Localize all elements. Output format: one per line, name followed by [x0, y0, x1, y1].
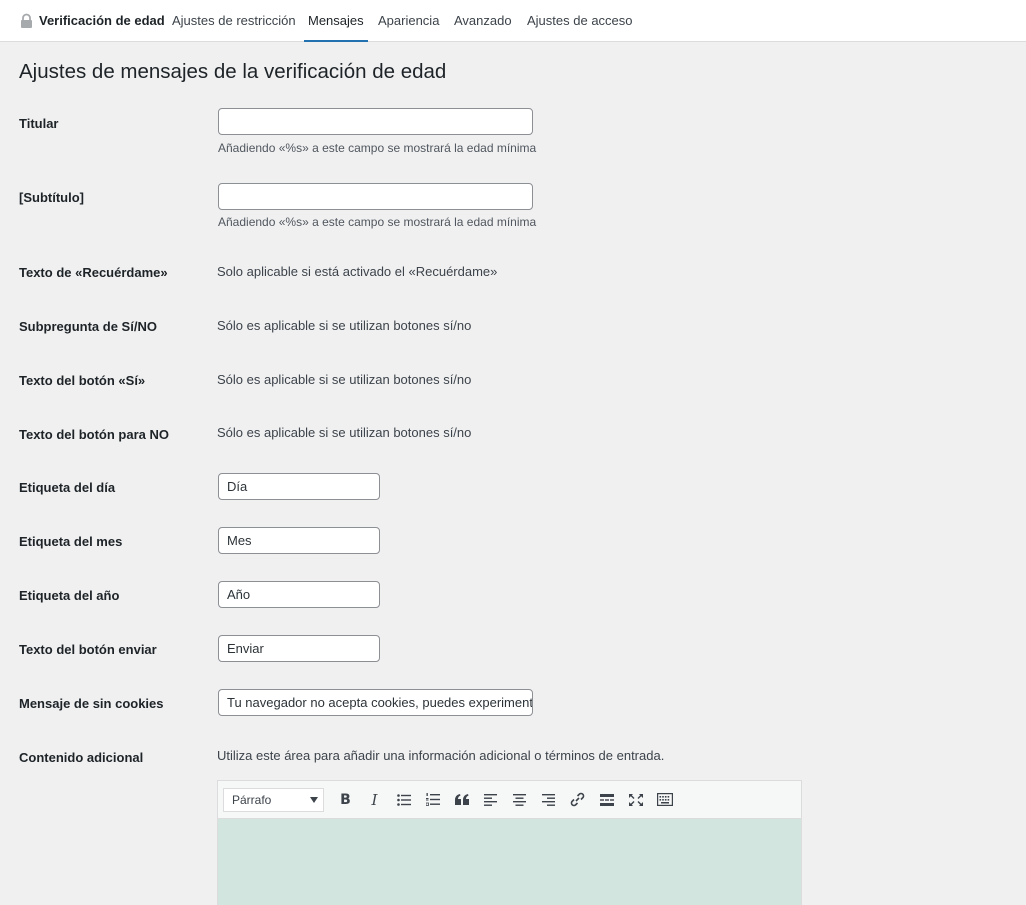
yes-button-text-note: Sólo es aplicable si se utilizan botones…: [217, 372, 472, 387]
blockquote-icon: [454, 794, 469, 805]
day-label-input[interactable]: Día: [218, 473, 380, 500]
toolbar-toggle-icon: [656, 793, 673, 806]
blockquote-button[interactable]: [447, 788, 476, 812]
toolbar-toggle-button[interactable]: [650, 788, 679, 812]
additional-content-note: Utiliza este área para añadir una inform…: [217, 748, 665, 763]
read-more-button[interactable]: [592, 788, 621, 812]
read-more-icon: [599, 793, 614, 806]
italic-button[interactable]: I: [360, 788, 389, 812]
subtitle-input[interactable]: [218, 183, 533, 210]
italic-icon: I: [371, 790, 378, 809]
subtitle-description: Añadiendo «%s» a este campo se mostrará …: [218, 215, 537, 229]
bold-button[interactable]: B: [331, 788, 360, 812]
brand: Verificación de edad: [20, 0, 165, 41]
headline-input[interactable]: [218, 108, 533, 135]
tab-restriction-settings[interactable]: Ajustes de restricción: [172, 0, 296, 42]
tab-label: Mensajes: [308, 13, 364, 28]
bulleted-list-icon: [396, 793, 411, 806]
submit-button-text-label: Texto del botón enviar: [19, 642, 157, 657]
headline-description: Añadiendo «%s» a este campo se mostrará …: [218, 141, 537, 155]
day-label-label: Etiqueta del día: [19, 480, 116, 495]
submit-button-text-input[interactable]: Enviar: [218, 635, 380, 662]
top-navigation: Verificación de edad Ajustes de restricc…: [0, 0, 1026, 42]
align-center-button[interactable]: [505, 788, 534, 812]
insert-link-button[interactable]: [563, 788, 592, 812]
month-label-label: Etiqueta del mes: [19, 534, 123, 549]
editor-toolbar: Párrafo B I: [218, 781, 801, 819]
numbered-list-icon: [425, 793, 440, 806]
no-cookies-message-label: Mensaje de sin cookies: [19, 696, 164, 711]
fullscreen-button[interactable]: [621, 788, 650, 812]
bulleted-list-button[interactable]: [389, 788, 418, 812]
year-label-label: Etiqueta del año: [19, 588, 120, 603]
format-select-value: Párrafo: [232, 792, 272, 807]
chevron-down-icon: [310, 796, 318, 803]
tab-messages[interactable]: Mensajes: [304, 0, 368, 42]
tab-appearance[interactable]: Apariencia: [378, 0, 439, 42]
numbered-list-button[interactable]: [418, 788, 447, 812]
editor-content-area[interactable]: [218, 819, 801, 905]
tab-label: Avanzado: [454, 13, 512, 28]
year-label-input[interactable]: Año: [218, 581, 380, 608]
yes-no-subquestion-label: Subpregunta de Sí/NO: [19, 319, 157, 334]
align-left-icon: [484, 793, 497, 806]
no-button-text-label: Texto del botón para NO: [19, 427, 169, 442]
tab-advanced[interactable]: Avanzado: [454, 0, 512, 42]
tab-label: Apariencia: [378, 13, 440, 28]
align-left-button[interactable]: [476, 788, 505, 812]
align-right-button[interactable]: [534, 788, 563, 812]
subtitle-label: [Subtítulo]: [19, 190, 84, 205]
no-button-text-note: Sólo es aplicable si se utilizan botones…: [217, 425, 472, 440]
link-icon: [570, 792, 585, 807]
align-right-icon: [542, 793, 555, 806]
month-label-input[interactable]: Mes: [218, 527, 380, 554]
yes-button-text-label: Texto del botón «Sí»: [19, 373, 146, 388]
lock-icon: [20, 13, 33, 29]
bold-icon: B: [340, 791, 351, 808]
format-select[interactable]: Párrafo: [223, 787, 324, 812]
yes-no-subquestion-note: Sólo es aplicable si se utilizan botones…: [217, 318, 472, 333]
additional-content-label: Contenido adicional: [19, 750, 144, 765]
rich-text-editor: Párrafo B I: [217, 780, 802, 905]
remember-text-note: Solo aplicable si está activado el «Recu…: [217, 264, 498, 279]
tab-access-settings[interactable]: Ajustes de acceso: [527, 0, 633, 42]
align-center-icon: [513, 793, 526, 806]
fullscreen-icon: [628, 793, 643, 806]
remember-text-label: Texto de «Recuérdame»: [19, 265, 168, 280]
no-cookies-message-input[interactable]: Tu navegador no acepta cookies, puedes e…: [218, 689, 533, 716]
brand-title: Verificación de edad: [39, 13, 165, 28]
headline-label: Titular: [19, 116, 59, 131]
tab-label: Ajustes de restricción: [172, 13, 296, 28]
page-title: Ajustes de mensajes de la verificación d…: [19, 60, 447, 83]
tab-label: Ajustes de acceso: [527, 13, 633, 28]
